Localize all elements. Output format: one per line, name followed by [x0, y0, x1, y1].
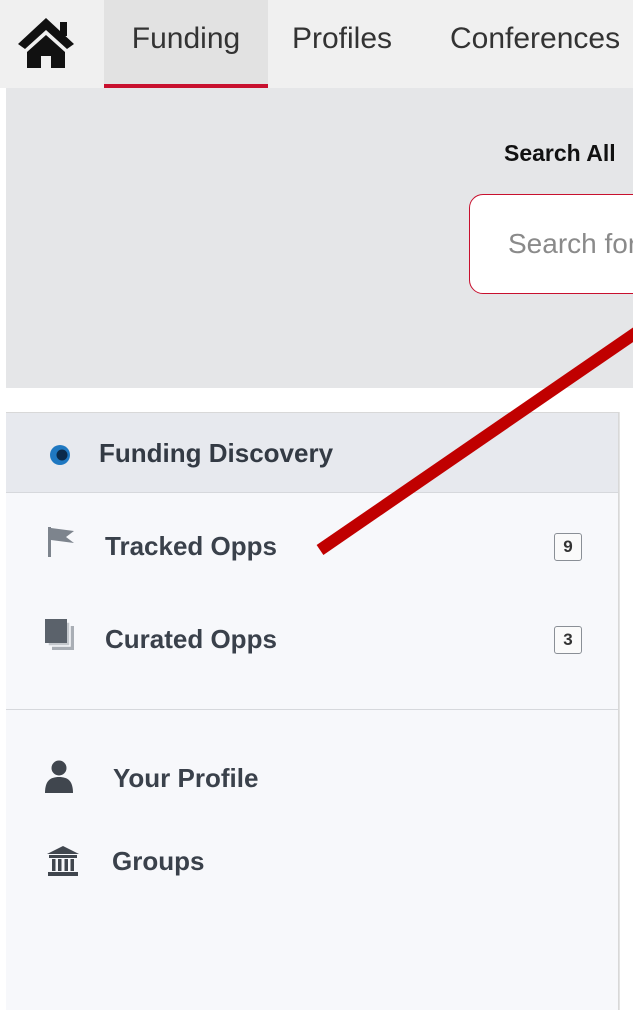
tracked-opps-count-badge: 9	[554, 533, 582, 561]
sidebar-item-label: Curated Opps	[105, 624, 277, 654]
sidebar-item-label: Your Profile	[113, 763, 259, 793]
sidebar-header-funding-discovery[interactable]: Funding Discovery	[6, 413, 618, 493]
sidebar-item-curated-opps[interactable]: Curated Opps 3	[6, 610, 618, 670]
institution-icon	[47, 846, 79, 876]
sidebar-item-label: Tracked Opps	[105, 531, 277, 561]
funding-discovery-icon	[50, 445, 70, 465]
main-content-area	[619, 412, 633, 1010]
sidebar-item-groups[interactable]: Groups	[6, 832, 618, 892]
sidebar-header-label: Funding Discovery	[99, 438, 334, 468]
user-icon	[45, 760, 73, 793]
curated-opps-count-badge: 3	[554, 626, 582, 654]
search-title: Search All	[504, 140, 616, 166]
flag-icon	[48, 527, 74, 557]
page: Funding Profiles Conferences Search All …	[0, 0, 633, 1010]
sidebar-item-your-profile[interactable]: Your Profile	[6, 749, 618, 809]
tab-profiles[interactable]: Profiles	[292, 0, 392, 88]
stacked-pages-icon	[45, 619, 74, 650]
search-section: Search All	[6, 88, 633, 388]
top-navigation: Funding Profiles Conferences	[0, 0, 633, 88]
home-icon	[18, 18, 74, 68]
sidebar: Funding Discovery Tracked Opps 9 Curated…	[6, 412, 619, 1010]
tab-conferences[interactable]: Conferences	[450, 0, 620, 88]
home-button[interactable]	[16, 16, 76, 72]
sidebar-item-tracked-opps[interactable]: Tracked Opps 9	[6, 517, 618, 577]
tab-funding[interactable]: Funding	[104, 0, 268, 88]
search-input[interactable]	[469, 194, 633, 294]
sidebar-item-label: Groups	[112, 846, 205, 876]
sidebar-divider	[6, 709, 618, 710]
